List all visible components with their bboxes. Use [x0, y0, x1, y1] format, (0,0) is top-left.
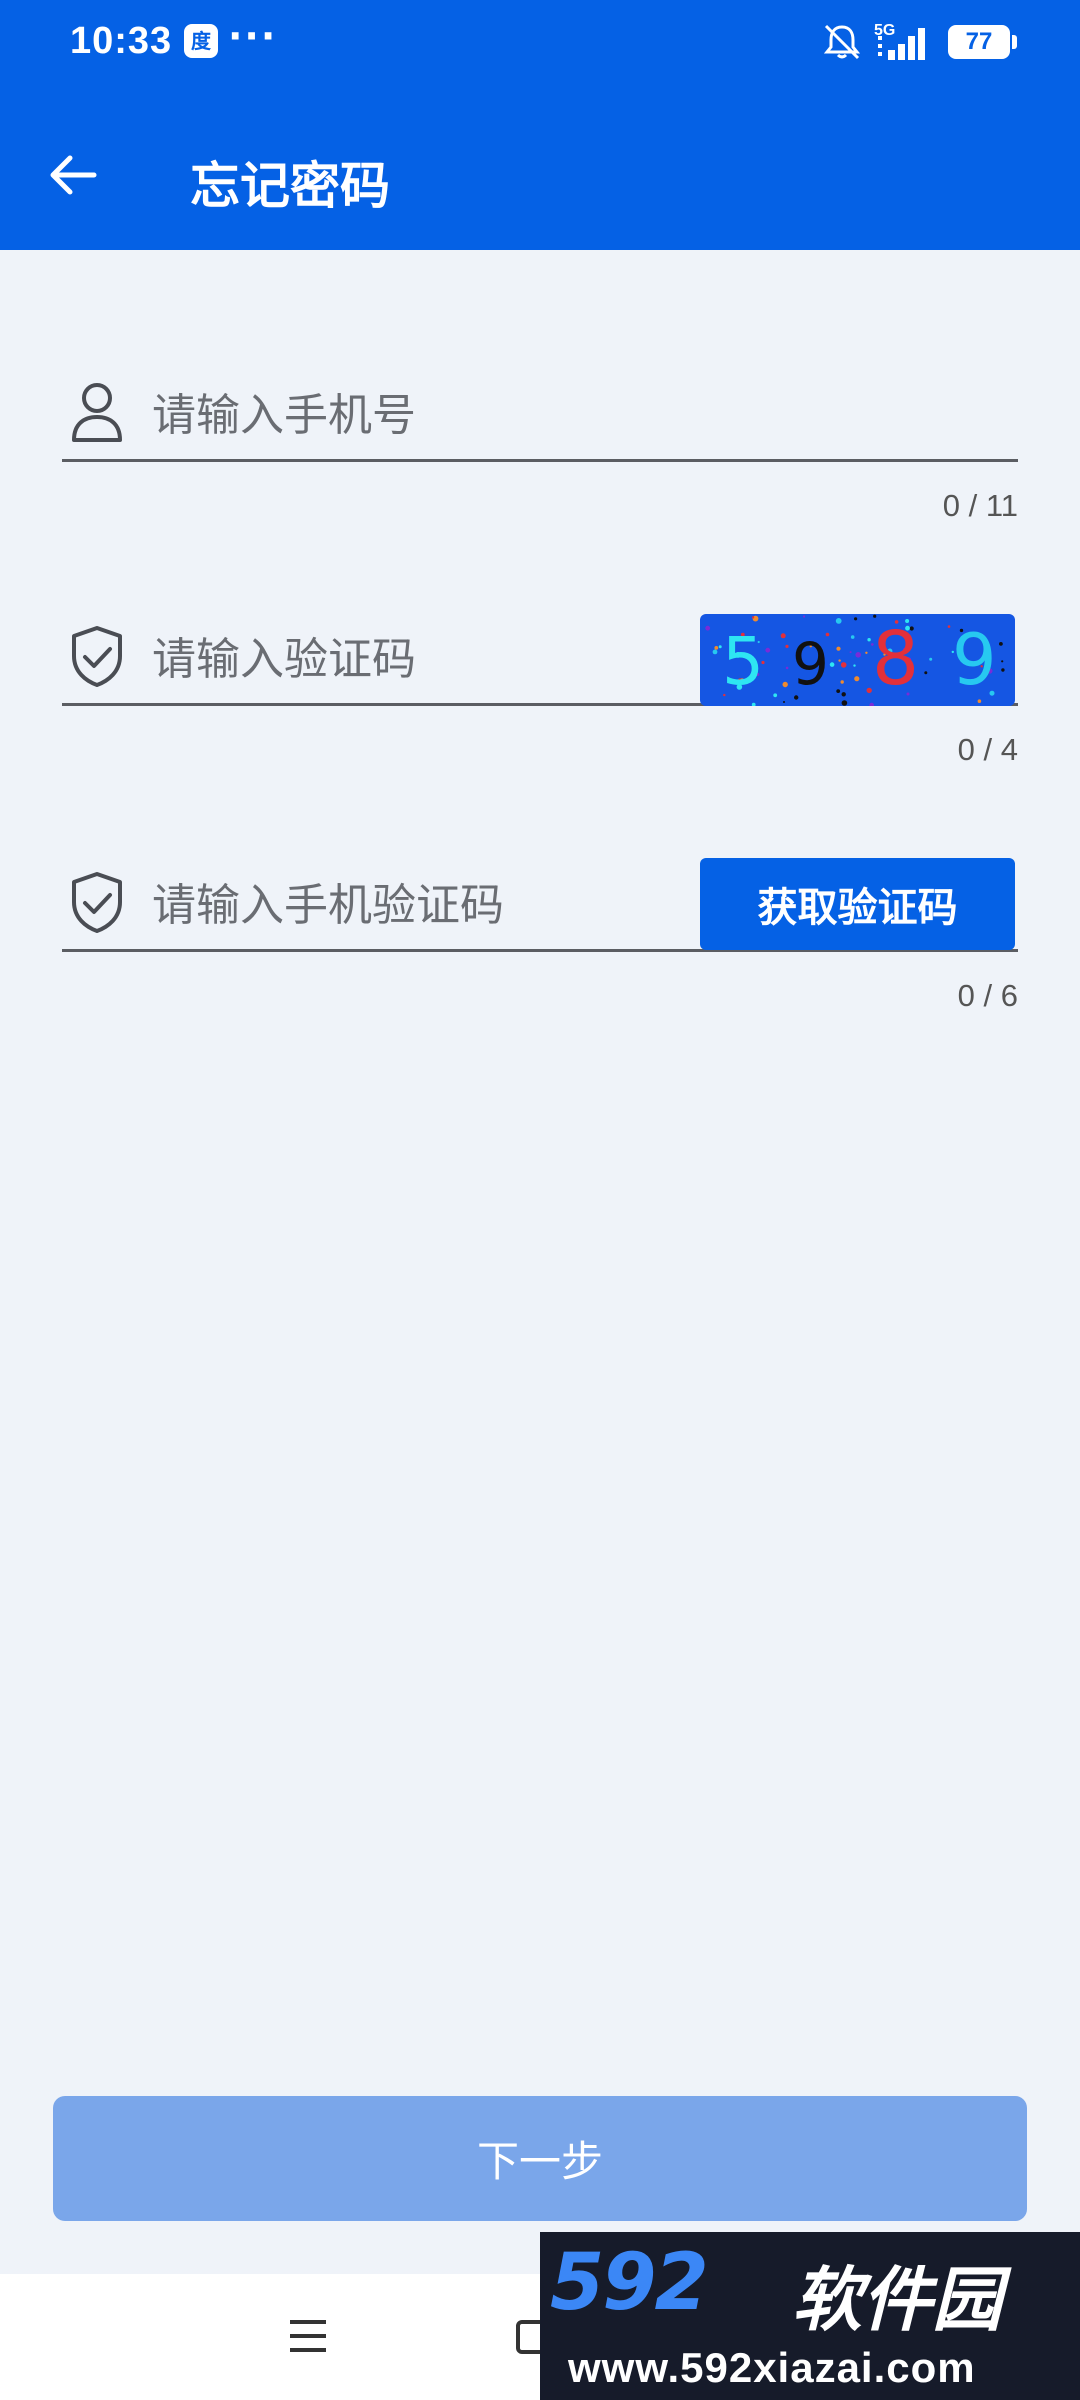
captcha-noise-dot	[865, 651, 868, 654]
captcha-noise-dot	[853, 664, 856, 667]
captcha-noise-dot	[782, 681, 788, 688]
captcha-noise-dot	[1001, 668, 1005, 672]
captcha-noise-dot	[705, 625, 711, 631]
watermark-url: www.592xiazai.com	[568, 2344, 976, 2391]
captcha-noise-dot	[850, 635, 855, 639]
battery-icon: 77	[948, 25, 1017, 59]
captcha-noise-dot	[829, 662, 835, 667]
captcha-noise-dot	[929, 657, 933, 661]
captcha-counter: 0 / 4	[957, 732, 1018, 767]
next-step-button[interactable]: 下一步	[53, 2096, 1027, 2221]
captcha-char: 8	[872, 616, 919, 702]
status-icons: 77	[820, 22, 1017, 62]
captcha-noise-dot	[855, 652, 861, 658]
captcha-char: 5	[722, 623, 764, 700]
captcha-noise-dot	[840, 662, 847, 668]
captcha-input[interactable]	[152, 622, 752, 696]
captcha-noise-dot	[780, 633, 786, 639]
more-notifications-icon: ···	[228, 14, 278, 58]
page-title: 忘记密码	[190, 157, 390, 215]
captcha-noise-dot	[836, 646, 841, 651]
captcha-noise-dot	[999, 642, 1003, 646]
sms-code-input[interactable]	[152, 868, 752, 942]
captcha-noise-dot	[803, 615, 806, 618]
captcha-char: 9	[792, 630, 829, 698]
app-notification-icon: 度	[184, 24, 218, 58]
menu-icon[interactable]	[282, 2310, 334, 2362]
captcha-noise-dot	[714, 646, 719, 650]
signal-strength-icon	[878, 28, 925, 60]
captcha-image[interactable]: 5989	[700, 614, 1015, 706]
shield-check-icon	[72, 872, 122, 933]
top-app-bar: 10:33 度 ··· 5G 77 忘记密码	[0, 0, 1080, 250]
arrow-left-icon[interactable]	[46, 148, 100, 202]
phone-input[interactable]	[152, 378, 752, 452]
watermark: 592 软件园 www.592xiazai.com	[540, 2232, 1080, 2400]
person-icon	[72, 383, 122, 442]
captcha-noise-dot	[773, 693, 778, 698]
get-code-button[interactable]: 获取验证码	[700, 858, 1015, 950]
sms-code-counter: 0 / 6	[957, 978, 1018, 1013]
captcha-noise-dot	[840, 680, 844, 684]
captcha-noise-dot	[751, 616, 755, 619]
captcha-noise-dot	[785, 644, 789, 648]
captcha-noise-dot	[785, 666, 789, 670]
mute-bell-icon	[823, 24, 861, 60]
captcha-noise-dot	[854, 617, 858, 621]
captcha-noise-dot	[765, 647, 771, 653]
captcha-noise-dot	[835, 618, 842, 624]
status-time: 10:33	[70, 20, 173, 62]
captcha-noise-dot	[841, 692, 846, 697]
captcha-noise-dot	[947, 625, 951, 628]
captcha-noise-dot	[849, 651, 852, 654]
captcha-noise-dot	[867, 638, 871, 642]
shield-check-icon	[72, 626, 122, 687]
captcha-noise-dot	[924, 671, 928, 675]
captcha-noise-dot	[854, 676, 860, 682]
watermark-logo: 592	[550, 2238, 709, 2328]
captcha-noise-dot	[841, 700, 848, 706]
captcha-noise-dot	[838, 659, 841, 662]
captcha-noise-dot	[1001, 660, 1004, 663]
captcha-noise-dot	[712, 649, 718, 655]
captcha-char: 9	[952, 619, 997, 701]
phone-field	[62, 378, 1018, 462]
captcha-noise-dot	[836, 689, 841, 693]
phone-counter: 0 / 11	[942, 488, 1018, 523]
watermark-logo-text: 软件园	[792, 2259, 1002, 2341]
captcha-noise-dot	[783, 701, 785, 703]
captcha-noise-dot	[869, 702, 874, 706]
captcha-noise-dot	[751, 702, 756, 706]
